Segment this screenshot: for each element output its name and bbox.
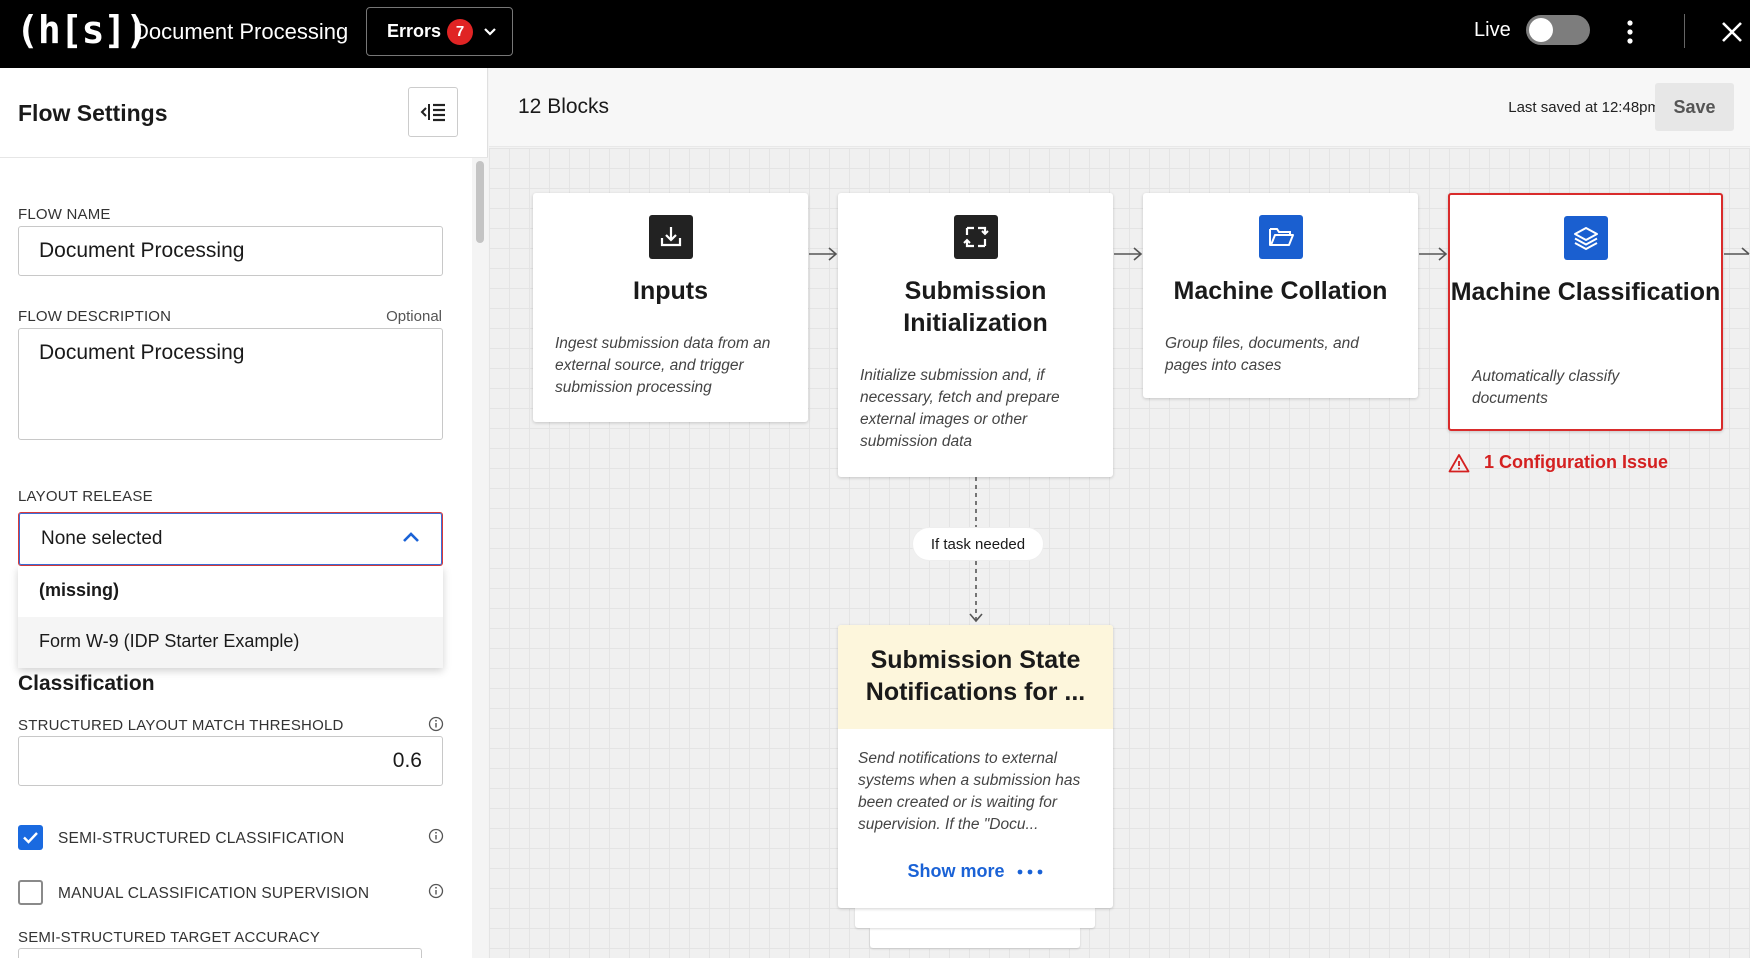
connector-arrow	[1419, 247, 1448, 261]
threshold-input[interactable]: 0.6	[18, 736, 443, 786]
layout-release-select[interactable]: None selected	[18, 512, 443, 566]
close-icon[interactable]	[1718, 18, 1746, 46]
threshold-label: STRUCTURED LAYOUT MATCH THRESHOLD	[18, 717, 344, 734]
block-description: Send notifications to external systems w…	[858, 750, 1081, 833]
last-saved-text: Last saved at 12:48pm	[1508, 99, 1660, 116]
block-submission-initialization[interactable]: Submission Initialization Initialize sub…	[838, 193, 1113, 477]
top-bar: (h[s]) Document Processing Errors 7 Live	[0, 0, 1750, 68]
flow-settings-panel: Flow Settings FLOW NAME Document Process…	[0, 68, 488, 958]
info-icon[interactable]	[428, 716, 444, 732]
more-options-icon[interactable]	[1618, 16, 1642, 48]
info-icon[interactable]	[428, 828, 444, 844]
connector-arrow	[1114, 247, 1143, 261]
transform-icon	[953, 215, 998, 259]
stacked-card-shadow	[855, 908, 1095, 928]
checkmark-icon	[23, 832, 38, 844]
panel-scrollbar-thumb[interactable]	[476, 161, 484, 243]
layout-release-value: None selected	[41, 528, 163, 549]
classification-section-title: Classification	[18, 672, 155, 695]
connector-arrow	[809, 247, 838, 261]
block-title: Inputs	[633, 277, 708, 305]
warning-triangle-icon	[1448, 453, 1470, 472]
toggle-knob	[1529, 18, 1553, 42]
layers-icon	[1563, 216, 1608, 260]
block-description: Initialize submission and, if necessary,…	[860, 367, 1060, 450]
stacked-card-shadow	[870, 928, 1080, 948]
errors-button[interactable]: Errors 7	[366, 7, 513, 56]
download-tray-icon	[648, 215, 693, 259]
save-button[interactable]: Save	[1655, 83, 1734, 131]
chevron-down-icon	[484, 27, 496, 36]
folder-open-icon	[1258, 215, 1303, 259]
info-icon[interactable]	[428, 883, 444, 899]
configuration-issue-warning[interactable]: 1 Configuration Issue	[1448, 452, 1668, 473]
live-toggle[interactable]	[1526, 15, 1590, 45]
block-machine-collation[interactable]: Machine Collation Group files, documents…	[1143, 193, 1418, 398]
flow-description-textarea[interactable]: Document Processing	[18, 328, 443, 440]
canvas-header: 12 Blocks Last saved at 12:48pm Save	[489, 68, 1750, 147]
collapse-list-icon	[420, 103, 445, 122]
live-label: Live	[1474, 19, 1511, 41]
ellipsis-icon	[1017, 869, 1042, 875]
flow-name-input[interactable]: Document Processing	[18, 226, 443, 276]
block-title: Submission Initialization	[903, 277, 1048, 337]
flow-name-label: FLOW NAME	[18, 206, 111, 223]
target-accuracy-input[interactable]	[18, 948, 422, 958]
manual-supervision-label: MANUAL CLASSIFICATION SUPERVISION	[58, 885, 370, 902]
block-description: Group files, documents, and pages into c…	[1165, 335, 1359, 374]
connector-arrow	[1724, 247, 1750, 255]
block-description: Automatically classify documents	[1472, 368, 1620, 407]
panel-scrollbar-track[interactable]	[472, 158, 488, 958]
logo: (h[s])	[16, 8, 148, 52]
semi-structured-label: SEMI-STRUCTURED CLASSIFICATION	[58, 830, 345, 847]
block-title: Submission State Notifications for ...	[865, 646, 1086, 706]
dropdown-option-form-w9[interactable]: Form W-9 (IDP Starter Example)	[18, 617, 443, 668]
branch-condition-label: If task needed	[913, 528, 1043, 560]
flow-description-label: FLOW DESCRIPTION	[18, 308, 172, 325]
notification-block-header: Submission State Notifications for ...	[838, 625, 1113, 729]
collapse-panel-button[interactable]	[408, 87, 458, 137]
block-description: Ingest submission data from an external …	[555, 335, 771, 396]
block-title: Machine Classification	[1450, 278, 1721, 306]
chevron-up-icon	[403, 532, 419, 542]
errors-label: Errors	[387, 21, 442, 41]
app-title: Document Processing	[133, 19, 349, 44]
block-machine-classification[interactable]: Machine Classification Automatically cla…	[1448, 193, 1723, 431]
panel-header: Flow Settings	[0, 68, 488, 158]
blocks-count: 12 Blocks	[518, 95, 610, 118]
block-submission-state-notifications[interactable]: Submission State Notifications for ... S…	[838, 625, 1113, 908]
block-inputs[interactable]: Inputs Ingest submission data from an ex…	[533, 193, 808, 422]
manual-supervision-checkbox[interactable]	[18, 880, 43, 905]
threshold-value: 0.6	[392, 749, 422, 772]
target-accuracy-label: SEMI-STRUCTURED TARGET ACCURACY	[18, 929, 321, 946]
show-more-label: Show more	[907, 861, 1005, 881]
panel-title: Flow Settings	[18, 100, 168, 126]
optional-label: Optional	[386, 308, 442, 325]
show-more-link[interactable]: Show more	[838, 861, 1113, 882]
semi-structured-checkbox[interactable]	[18, 825, 43, 850]
configuration-issue-text: 1 Configuration Issue	[1484, 452, 1669, 472]
dropdown-option-missing[interactable]: (missing)	[18, 566, 443, 617]
block-title: Machine Collation	[1173, 277, 1388, 305]
layout-release-dropdown: (missing) Form W-9 (IDP Starter Example)	[18, 566, 443, 668]
layout-release-label: LAYOUT RELEASE	[18, 488, 153, 505]
errors-count-badge: 7	[447, 18, 474, 45]
header-divider	[1684, 14, 1685, 48]
